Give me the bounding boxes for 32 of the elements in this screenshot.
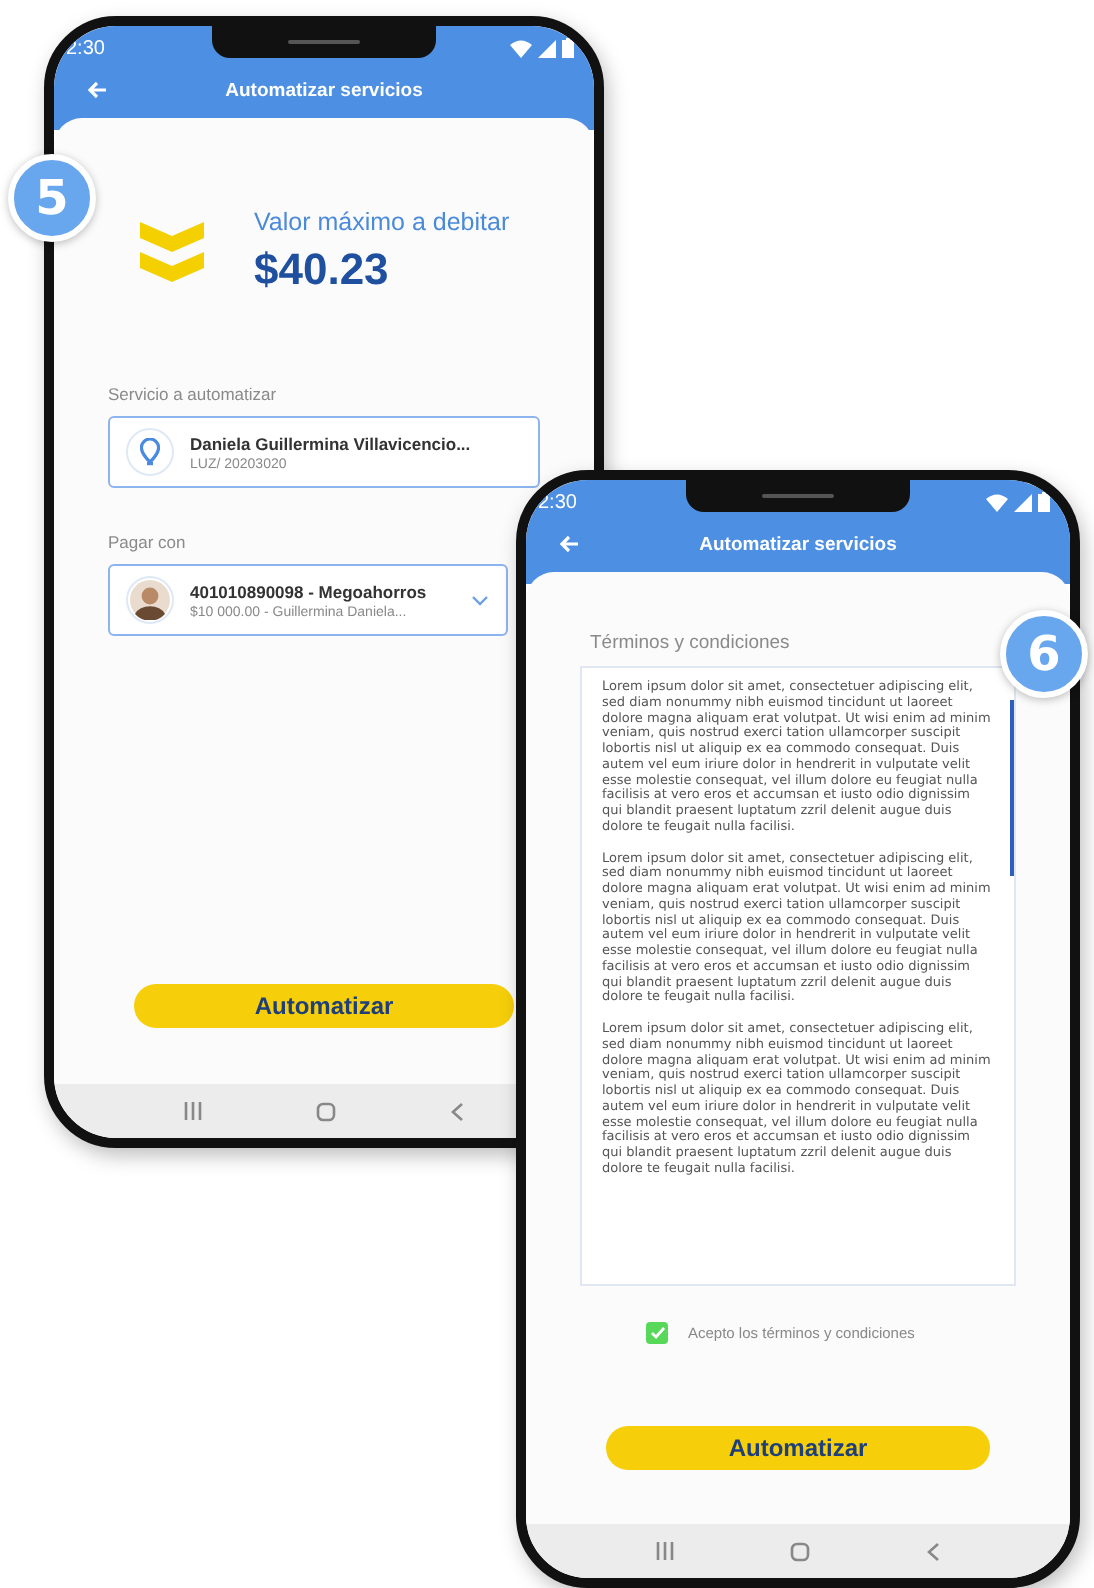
avatar-icon bbox=[126, 576, 174, 624]
scrollbar-thumb[interactable] bbox=[1009, 700, 1014, 876]
back-icon[interactable] bbox=[926, 1541, 940, 1561]
signal-icon bbox=[1014, 493, 1032, 511]
recent-apps-icon[interactable] bbox=[656, 1542, 674, 1560]
recent-apps-icon[interactable] bbox=[183, 1102, 202, 1120]
screen-title: Automatizar servicios bbox=[223, 79, 425, 101]
field-label: Pagar con bbox=[108, 532, 188, 552]
double-chevron-icon bbox=[140, 222, 204, 282]
battery-icon bbox=[1038, 492, 1050, 512]
accept-checkbox[interactable] bbox=[646, 1322, 668, 1344]
screen-title: Automatizar servicios bbox=[697, 533, 899, 555]
back-arrow-icon[interactable] bbox=[86, 80, 108, 100]
back-icon[interactable] bbox=[450, 1101, 465, 1121]
field-label: Servicio a automatizar bbox=[108, 384, 279, 404]
signal-icon bbox=[538, 39, 556, 57]
terms-title: Términos y condiciones bbox=[590, 632, 792, 654]
home-icon[interactable] bbox=[315, 1101, 336, 1121]
back-arrow-icon[interactable] bbox=[558, 534, 580, 554]
battery-icon bbox=[562, 38, 574, 58]
dropdown-chevron-icon bbox=[472, 596, 488, 606]
automate-button[interactable]: Automatizar bbox=[134, 984, 514, 1028]
home-icon[interactable] bbox=[790, 1541, 810, 1561]
wifi-icon bbox=[510, 39, 532, 57]
amount-label: Valor máximo a debitar bbox=[254, 208, 510, 236]
service-name: Daniela Guillermina Villavicencio... bbox=[190, 433, 471, 453]
account-name: 401010890098 - Megoahorros bbox=[190, 581, 427, 601]
amount-value: $40.23 bbox=[254, 244, 391, 296]
location-pin-icon bbox=[126, 428, 174, 476]
wifi-icon bbox=[986, 493, 1008, 511]
automate-button[interactable]: Automatizar bbox=[606, 1426, 990, 1470]
step-badge: 5 bbox=[8, 154, 96, 242]
